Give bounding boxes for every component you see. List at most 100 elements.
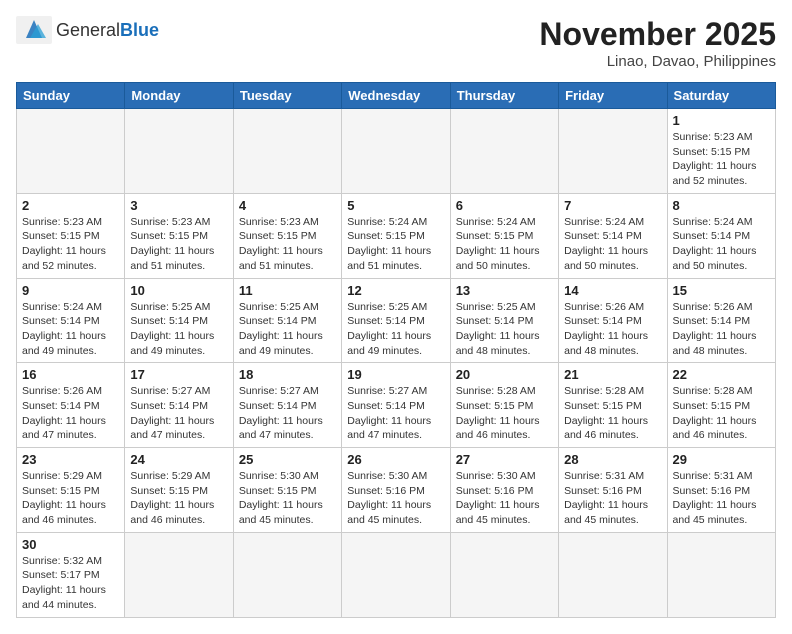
calendar-cell: 3Sunrise: 5:23 AM Sunset: 5:15 PM Daylig… (125, 193, 233, 278)
location-title: Linao, Davao, Philippines (539, 53, 776, 70)
day-info: Sunrise: 5:25 AM Sunset: 5:14 PM Dayligh… (347, 300, 444, 359)
calendar-cell: 12 Sunrise: 5:25 AM Sunset: 5:14 PM Dayli… (342, 278, 450, 363)
day-number: 1 (673, 113, 770, 128)
calendar-cell: 9 Sunrise: 5:24 AM Sunset: 5:14 PM Daylig… (17, 278, 125, 363)
logo: GeneralBlue (16, 16, 159, 44)
calendar-cell (342, 532, 450, 617)
calendar-cell: 16Sunrise: 5:26 AM Sunset: 5:14 PM Dayli… (17, 363, 125, 448)
day-number: 24 (130, 452, 227, 467)
day-number: 25 (239, 452, 336, 467)
calendar-cell: 4 Sunrise: 5:23 AM Sunset: 5:15 PM Daylig… (233, 193, 341, 278)
calendar-cell: 27Sunrise: 5:30 AM Sunset: 5:16 PM Dayli… (450, 448, 558, 533)
day-info: Sunrise: 5:26 AM Sunset: 5:14 PM Dayligh… (564, 300, 661, 359)
day-number: 21 (564, 367, 661, 382)
day-number: 12 (347, 283, 444, 298)
calendar-cell (342, 109, 450, 194)
day-info: Sunrise: 5:28 AM Sunset: 5:15 PM Dayligh… (673, 384, 770, 443)
calendar-cell: 17Sunrise: 5:27 AM Sunset: 5:14 PM Dayli… (125, 363, 233, 448)
calendar-cell (559, 532, 667, 617)
day-info: Sunrise: 5:29 AM Sunset: 5:15 PM Dayligh… (130, 469, 227, 528)
calendar-cell: 15Sunrise: 5:26 AM Sunset: 5:14 PM Dayli… (667, 278, 775, 363)
day-number: 28 (564, 452, 661, 467)
calendar-cell (17, 109, 125, 194)
day-number: 20 (456, 367, 553, 382)
title-area: November 2025 Linao, Davao, Philippines (539, 16, 776, 70)
day-info: Sunrise: 5:26 AM Sunset: 5:14 PM Dayligh… (22, 384, 119, 443)
day-number: 9 (22, 283, 119, 298)
calendar-header-friday: Friday (559, 83, 667, 109)
calendar-cell (450, 532, 558, 617)
day-number: 22 (673, 367, 770, 382)
month-title: November 2025 (539, 16, 776, 53)
day-number: 23 (22, 452, 119, 467)
day-info: Sunrise: 5:24 AM Sunset: 5:14 PM Dayligh… (673, 215, 770, 274)
day-info: Sunrise: 5:30 AM Sunset: 5:16 PM Dayligh… (347, 469, 444, 528)
calendar-week-0: 1Sunrise: 5:23 AM Sunset: 5:15 PM Daylig… (17, 109, 776, 194)
day-number: 13 (456, 283, 553, 298)
calendar-cell: 2Sunrise: 5:23 AM Sunset: 5:15 PM Daylig… (17, 193, 125, 278)
calendar-cell: 8 Sunrise: 5:24 AM Sunset: 5:14 PM Daylig… (667, 193, 775, 278)
calendar-cell (233, 532, 341, 617)
calendar-cell: 18 Sunrise: 5:27 AM Sunset: 5:14 PM Dayli… (233, 363, 341, 448)
calendar-cell: 13 Sunrise: 5:25 AM Sunset: 5:14 PM Dayli… (450, 278, 558, 363)
header: GeneralBlue November 2025 Linao, Davao, … (16, 16, 776, 70)
day-info: Sunrise: 5:24 AM Sunset: 5:14 PM Dayligh… (22, 300, 119, 359)
day-number: 8 (673, 198, 770, 213)
day-number: 15 (673, 283, 770, 298)
calendar-cell: 19 Sunrise: 5:27 AM Sunset: 5:14 PM Dayli… (342, 363, 450, 448)
day-number: 2 (22, 198, 119, 213)
calendar-header-sunday: Sunday (17, 83, 125, 109)
day-number: 7 (564, 198, 661, 213)
calendar-cell: 6Sunrise: 5:24 AM Sunset: 5:15 PM Daylig… (450, 193, 558, 278)
day-number: 18 (239, 367, 336, 382)
calendar-cell (125, 532, 233, 617)
day-number: 30 (22, 537, 119, 552)
day-number: 5 (347, 198, 444, 213)
calendar-week-5: 30 Sunrise: 5:32 AM Sunset: 5:17 PM Dayli… (17, 532, 776, 617)
day-info: Sunrise: 5:24 AM Sunset: 5:15 PM Dayligh… (347, 215, 444, 274)
day-info: Sunrise: 5:25 AM Sunset: 5:14 PM Dayligh… (456, 300, 553, 359)
calendar-cell (667, 532, 775, 617)
calendar-header-tuesday: Tuesday (233, 83, 341, 109)
day-number: 6 (456, 198, 553, 213)
day-info: Sunrise: 5:27 AM Sunset: 5:14 PM Dayligh… (239, 384, 336, 443)
day-info: Sunrise: 5:25 AM Sunset: 5:14 PM Dayligh… (239, 300, 336, 359)
day-info: Sunrise: 5:25 AM Sunset: 5:14 PM Dayligh… (130, 300, 227, 359)
calendar-week-2: 9 Sunrise: 5:24 AM Sunset: 5:14 PM Daylig… (17, 278, 776, 363)
day-info: Sunrise: 5:30 AM Sunset: 5:15 PM Dayligh… (239, 469, 336, 528)
day-info: Sunrise: 5:28 AM Sunset: 5:15 PM Dayligh… (564, 384, 661, 443)
day-number: 26 (347, 452, 444, 467)
calendar-table: SundayMondayTuesdayWednesdayThursdayFrid… (16, 82, 776, 618)
day-number: 14 (564, 283, 661, 298)
day-info: Sunrise: 5:23 AM Sunset: 5:15 PM Dayligh… (239, 215, 336, 274)
day-number: 17 (130, 367, 227, 382)
day-number: 11 (239, 283, 336, 298)
day-number: 29 (673, 452, 770, 467)
day-number: 19 (347, 367, 444, 382)
day-info: Sunrise: 5:28 AM Sunset: 5:15 PM Dayligh… (456, 384, 553, 443)
calendar-cell: 20 Sunrise: 5:28 AM Sunset: 5:15 PM Dayli… (450, 363, 558, 448)
logo-icon (16, 16, 52, 44)
calendar-cell (125, 109, 233, 194)
day-info: Sunrise: 5:29 AM Sunset: 5:15 PM Dayligh… (22, 469, 119, 528)
calendar-cell: 11 Sunrise: 5:25 AM Sunset: 5:14 PM Dayli… (233, 278, 341, 363)
calendar-week-3: 16Sunrise: 5:26 AM Sunset: 5:14 PM Dayli… (17, 363, 776, 448)
calendar-cell: 26 Sunrise: 5:30 AM Sunset: 5:16 PM Dayli… (342, 448, 450, 533)
day-info: Sunrise: 5:27 AM Sunset: 5:14 PM Dayligh… (347, 384, 444, 443)
calendar-cell: 29Sunrise: 5:31 AM Sunset: 5:16 PM Dayli… (667, 448, 775, 533)
calendar-header-saturday: Saturday (667, 83, 775, 109)
day-info: Sunrise: 5:23 AM Sunset: 5:15 PM Dayligh… (130, 215, 227, 274)
calendar-cell: 28Sunrise: 5:31 AM Sunset: 5:16 PM Dayli… (559, 448, 667, 533)
calendar-week-4: 23 Sunrise: 5:29 AM Sunset: 5:15 PM Dayli… (17, 448, 776, 533)
calendar-cell: 10Sunrise: 5:25 AM Sunset: 5:14 PM Dayli… (125, 278, 233, 363)
calendar-cell: 14 Sunrise: 5:26 AM Sunset: 5:14 PM Dayli… (559, 278, 667, 363)
day-number: 27 (456, 452, 553, 467)
calendar-header-thursday: Thursday (450, 83, 558, 109)
calendar-cell: 25 Sunrise: 5:30 AM Sunset: 5:15 PM Dayli… (233, 448, 341, 533)
calendar-week-1: 2 Sunrise: 5:23 AM Sunset: 5:15 PM Daylig… (17, 193, 776, 278)
day-info: Sunrise: 5:32 AM Sunset: 5:17 PM Dayligh… (22, 554, 119, 613)
calendar-cell: 7Sunrise: 5:24 AM Sunset: 5:14 PM Daylig… (559, 193, 667, 278)
calendar-header-wednesday: Wednesday (342, 83, 450, 109)
calendar-cell: 22 Sunrise: 5:28 AM Sunset: 5:15 PM Dayli… (667, 363, 775, 448)
day-number: 4 (239, 198, 336, 213)
